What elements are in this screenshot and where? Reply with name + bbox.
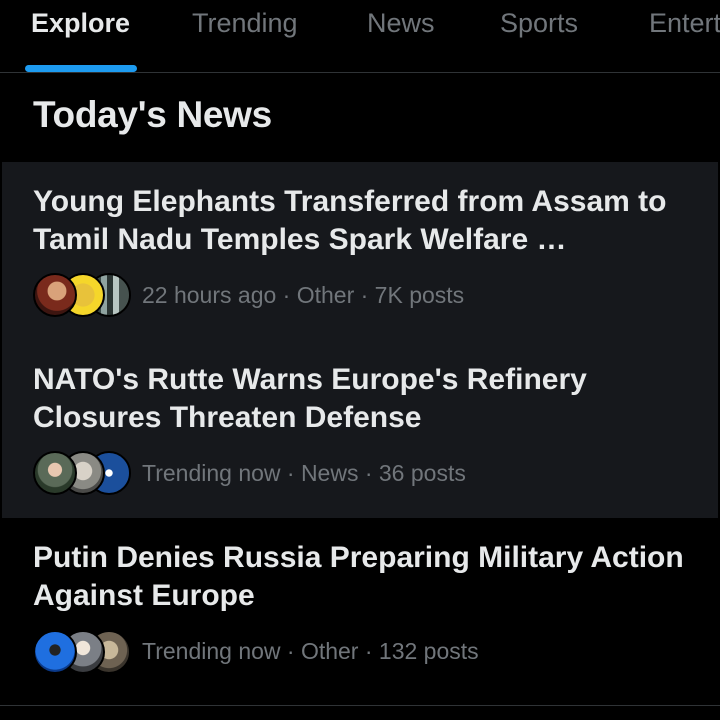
news-headline: NATO's Rutte Warns Europe's Refinery Clo…: [33, 363, 587, 434]
tab-news[interactable]: News: [340, 0, 470, 72]
tab-trending[interactable]: Trending: [170, 0, 330, 72]
avatar: [33, 273, 77, 317]
avatar-stack: [33, 273, 133, 317]
active-tab-indicator: [25, 65, 137, 72]
news-meta: 22 hours ago · Other · 7K posts: [142, 282, 465, 308]
tab-label: Entertainment: [649, 8, 720, 38]
tab-label: Explore: [31, 8, 131, 38]
tab-entertainment[interactable]: Entertainment: [630, 0, 720, 72]
tab-label: Trending: [192, 8, 298, 38]
news-item[interactable]: NATO's Rutte Warns Europe's Refinery Clo…: [0, 358, 720, 508]
avatar-stack: [33, 630, 133, 674]
news-meta: Trending now · Other · 132 posts: [142, 638, 479, 664]
news-item[interactable]: Putin Denies Russia Preparing Military A…: [0, 538, 720, 688]
tab-label: Sports: [500, 8, 579, 38]
tab-explore[interactable]: Explore: [0, 0, 160, 72]
avatar-stack: [33, 451, 133, 495]
section-title: Today's News: [33, 94, 272, 135]
news-headline: Young Elephants Transferred from Assam t…: [33, 185, 667, 256]
news-item[interactable]: Young Elephants Transferred from Assam t…: [0, 180, 720, 330]
avatar: [33, 451, 77, 495]
avatar: [33, 630, 77, 674]
news-meta: Trending now · News · 36 posts: [142, 460, 466, 486]
tab-sports[interactable]: Sports: [480, 0, 620, 72]
divider: [0, 705, 720, 706]
news-headline: Putin Denies Russia Preparing Military A…: [33, 541, 684, 612]
tab-label: News: [367, 8, 435, 38]
explore-tab-bar: Explore Trending News Sports Entertainme…: [0, 0, 720, 73]
